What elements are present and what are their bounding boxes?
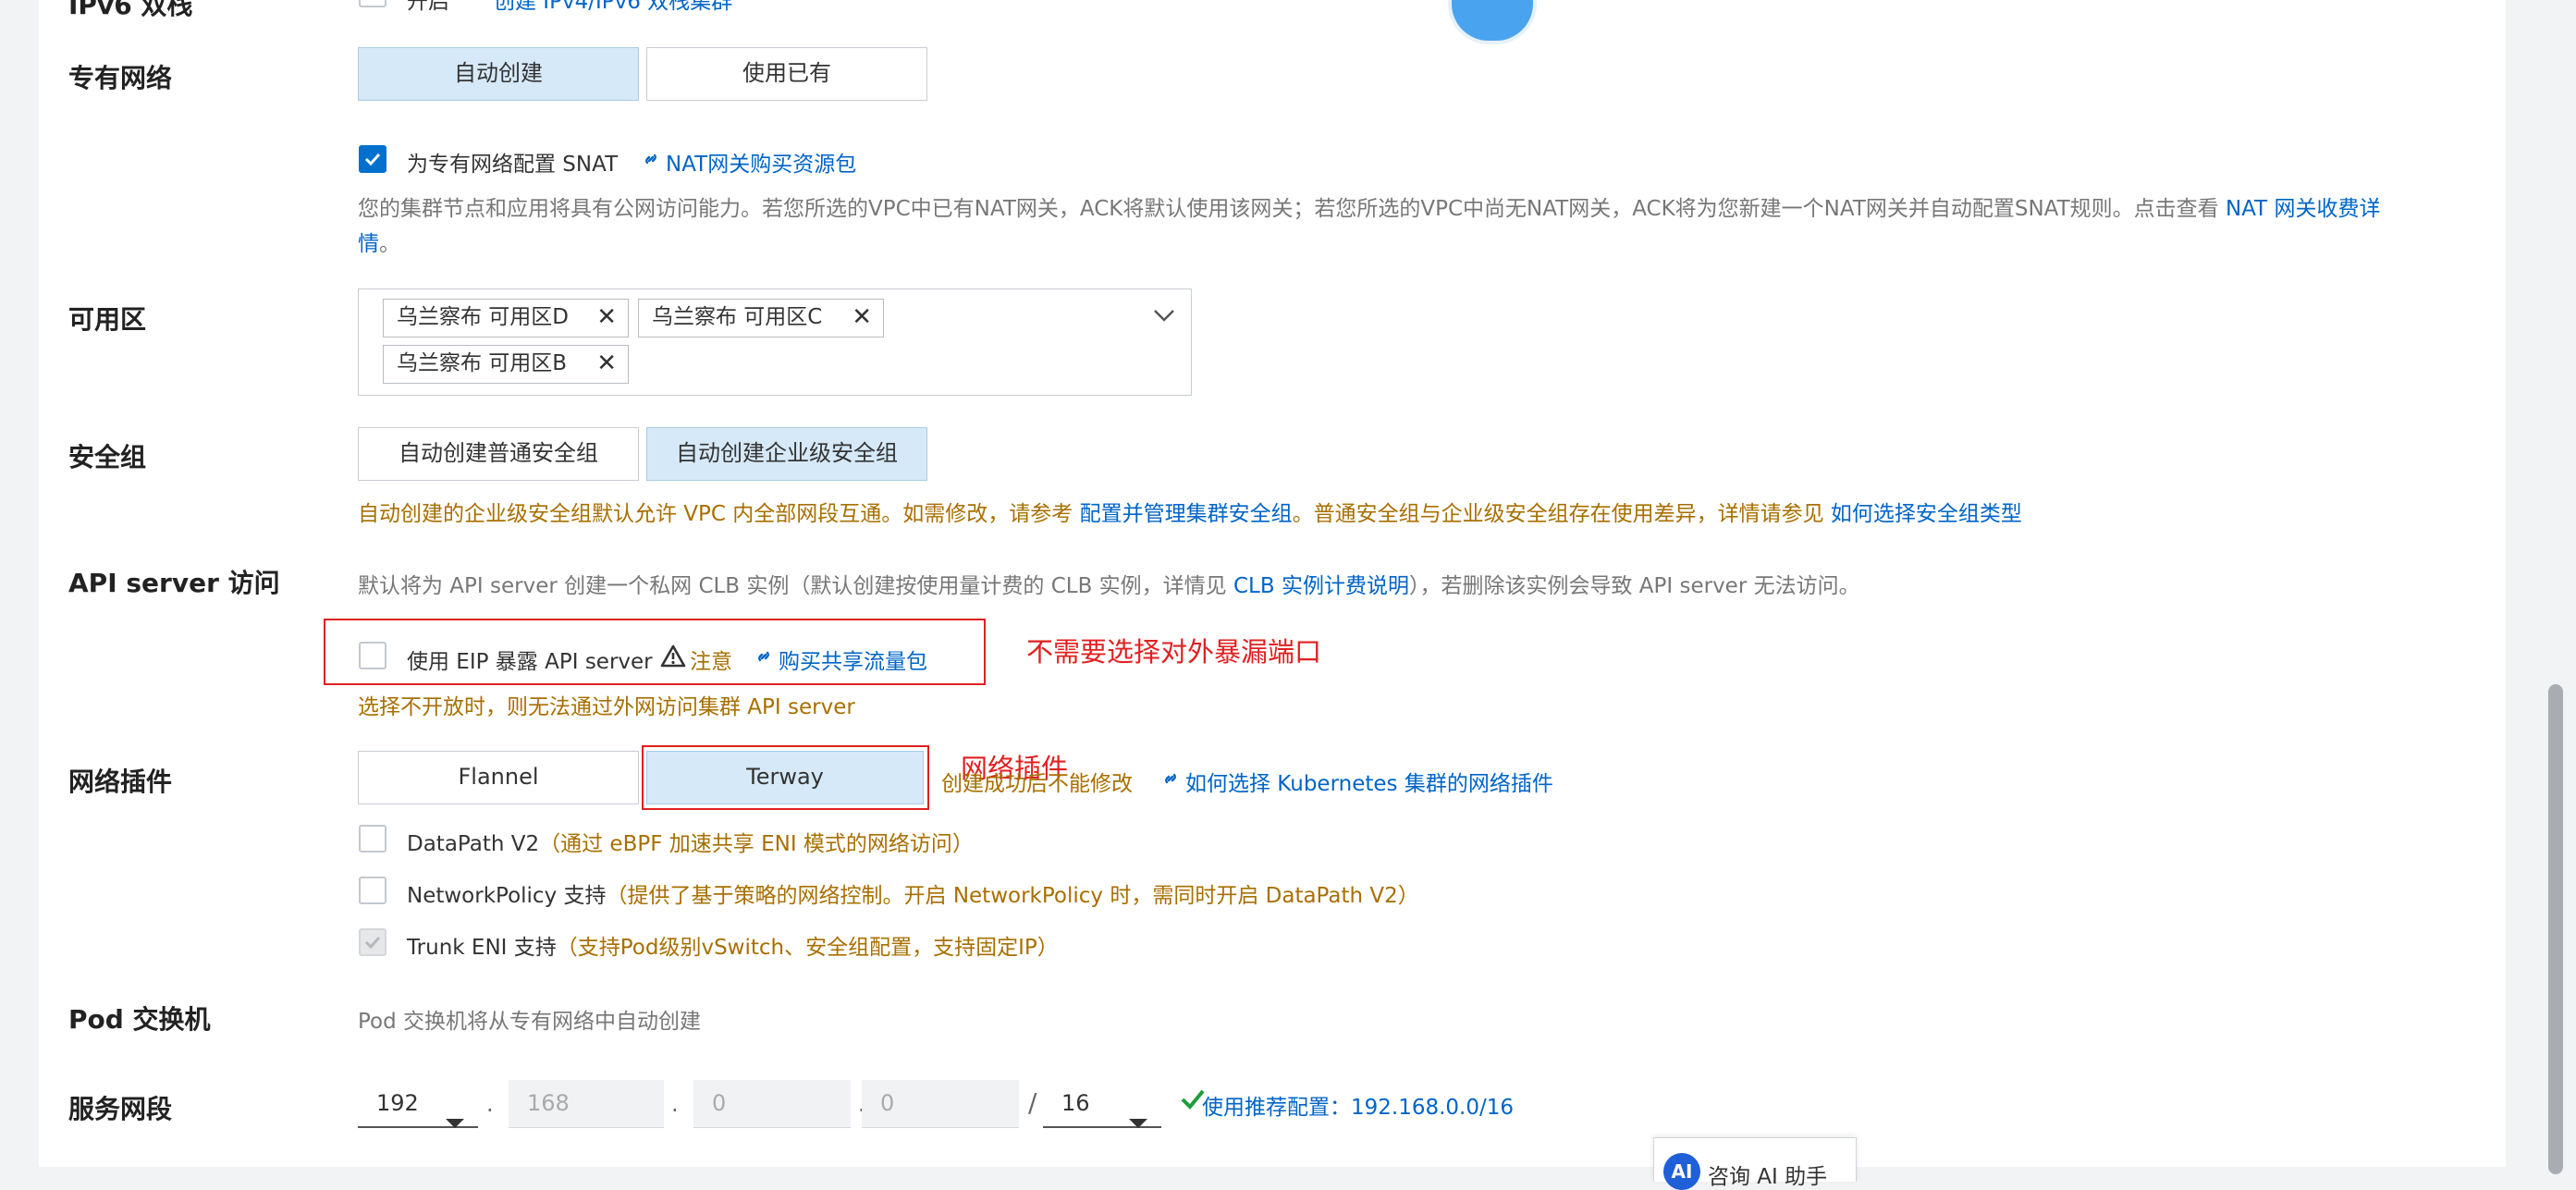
sg-manage-link[interactable]: 配置并管理集群安全组: [1080, 502, 1293, 526]
nat-pricing-link-cont[interactable]: 情: [358, 232, 379, 256]
datapath-label: DataPath V2: [407, 832, 540, 856]
cidr-mask-value: 16: [1061, 1090, 1090, 1116]
cidr-octet3-input[interactable]: 0: [693, 1080, 851, 1128]
service-cidr-label: 服务网段: [68, 1094, 173, 1124]
zone-tag-label: 乌兰察布 可用区C: [652, 305, 823, 329]
use-recommended-link[interactable]: 使用推荐配置：192.168.0.0/16: [1202, 1089, 1514, 1121]
scrollbar-thumb[interactable]: [2548, 684, 2563, 1174]
sg-enterprise-button[interactable]: 自动创建企业级安全组: [646, 427, 927, 481]
zone-tag-label: 乌兰察布 可用区D: [397, 305, 570, 329]
close-icon[interactable]: ✕: [596, 300, 617, 336]
api-server-warn: 选择不开放时，则无法通过外网访问集群 API server: [358, 695, 855, 719]
ai-assistant-button[interactable]: AI 咨询 AI 助手: [1653, 1137, 1857, 1190]
vpc-label: 专有网络: [68, 63, 173, 93]
floating-avatar-icon[interactable]: [1448, 0, 1537, 44]
sg-note: 自动创建的企业级安全组默认允许 VPC 内全部网段互通。如需修改，请参考 配置并…: [358, 496, 2022, 527]
cidr-octet1-select[interactable]: 192: [358, 1080, 478, 1128]
network-plugin-guide-link[interactable]: 如何选择 Kubernetes 集群的网络插件: [1185, 766, 1553, 797]
pod-switch-label: Pod 交换机: [68, 1004, 211, 1035]
sg-note-text-2: 。普通安全组与企业级安全组存在使用差异，详情请参见: [1292, 502, 1824, 526]
caret-down-icon: [1128, 1098, 1148, 1145]
trunk-eni-checkbox[interactable]: [359, 928, 386, 956]
networkpolicy-label: NetworkPolicy 支持: [407, 884, 607, 908]
nat-resource-link[interactable]: NAT网关购买资源包: [666, 146, 856, 178]
datapath-note: （通过 eBPF 加速共享 ENI 模式的网络访问）: [539, 832, 974, 856]
zone-tag: 乌兰察布 可用区D ✕: [383, 299, 629, 337]
api-server-desc-text-2: ），若删除该实例会导致 API server 无法访问。: [1408, 574, 1860, 598]
trunk-eni-note: （支持Pod级别vSwitch、安全组配置，支持固定IP）: [556, 936, 1059, 960]
networkpolicy-note: （提供了基于策略的网络控制。开启 NetworkPolicy 时，需同时开启 D…: [606, 884, 1419, 908]
link-icon: [753, 645, 775, 671]
flannel-button[interactable]: Flannel: [358, 751, 639, 804]
cidr-dot: .: [486, 1091, 494, 1117]
ai-badge-icon: AI: [1663, 1153, 1700, 1190]
network-plugin-label: 网络插件: [68, 767, 173, 797]
trunk-eni-option: Trunk ENI 支持（支持Pod级别vSwitch、安全组配置，支持固定IP…: [407, 929, 1059, 961]
ipv6-checkbox[interactable]: [359, 0, 386, 7]
vpc-auto-create-button[interactable]: 自动创建: [358, 47, 639, 101]
zone-tag: 乌兰察布 可用区B ✕: [383, 345, 629, 384]
warning-icon: [660, 644, 686, 671]
terway-button[interactable]: Terway: [646, 751, 924, 804]
buy-traffic-link[interactable]: 购买共享流量包: [779, 644, 927, 675]
snat-description: 您的集群节点和应用将具有公网访问能力。若您所选的VPC中已有NAT网关，ACK将…: [358, 190, 2381, 222]
annotation-no-expose: 不需要选择对外暴漏端口: [1026, 636, 1322, 668]
datapath-checkbox[interactable]: [359, 825, 386, 853]
snat-checkbox[interactable]: [359, 145, 386, 173]
cidr-mask-select[interactable]: 16: [1043, 1080, 1161, 1128]
zone-label: 可用区: [68, 304, 147, 335]
chevron-down-icon[interactable]: [1152, 306, 1176, 328]
snat-description-text: 您的集群节点和应用将具有公网访问能力。若您所选的VPC中已有NAT网关，ACK将…: [358, 197, 2219, 221]
snat-description-end: 。: [379, 232, 400, 256]
sg-note-text: 自动创建的企业级安全组默认允许 VPC 内全部网段互通。如需修改，请参考: [358, 502, 1073, 526]
link-icon: [640, 148, 662, 174]
zone-tag: 乌兰察布 可用区C ✕: [638, 299, 884, 337]
ipv6-link[interactable]: 创建 IPv4/IPv6 双栈集群: [494, 0, 732, 15]
ai-assistant-label: 咨询 AI 助手: [1708, 1165, 1828, 1189]
sg-choose-link[interactable]: 如何选择安全组类型: [1831, 502, 2022, 526]
cidr-octet2-input[interactable]: 168: [509, 1080, 664, 1128]
caret-down-icon: [445, 1098, 465, 1145]
trunk-eni-label: Trunk ENI 支持: [407, 936, 557, 960]
datapath-option: DataPath V2（通过 eBPF 加速共享 ENI 模式的网络访问）: [407, 826, 974, 857]
cidr-dot: .: [671, 1091, 679, 1117]
eip-checkbox[interactable]: [359, 642, 386, 669]
cidr-slash: /: [1028, 1087, 1037, 1118]
config-panel: IPv6 双栈 开启 创建 IPv4/IPv6 双栈集群 专有网络 自动创建 使…: [39, 0, 2506, 1190]
snat-description-line2: 情。: [358, 226, 400, 257]
sg-normal-button[interactable]: 自动创建普通安全组: [358, 427, 639, 481]
ipv6-checkbox-label: 开启: [407, 0, 449, 14]
vpc-use-existing-button[interactable]: 使用已有: [646, 47, 927, 101]
api-server-desc-text: 默认将为 API server 创建一个私网 CLB 实例（默认创建按使用量计费…: [358, 574, 1227, 598]
close-icon[interactable]: ✕: [852, 300, 872, 336]
ipv6-label: IPv6 双栈: [68, 0, 193, 20]
networkpolicy-option: NetworkPolicy 支持（提供了基于策略的网络控制。开启 Network…: [407, 877, 1419, 909]
attention-text[interactable]: 注意: [690, 644, 732, 675]
eip-label: 使用 EIP 暴露 API server: [407, 650, 653, 674]
snat-label: 为专有网络配置 SNAT: [407, 153, 619, 177]
network-plugin-warn: 创建成功后不能修改: [941, 772, 1133, 796]
clb-pricing-link[interactable]: CLB 实例计费说明: [1233, 574, 1409, 598]
networkpolicy-checkbox[interactable]: [359, 877, 386, 904]
zone-multiselect[interactable]: 乌兰察布 可用区D ✕ 乌兰察布 可用区C ✕ 乌兰察布 可用区B ✕: [358, 288, 1192, 396]
page-scrollbar[interactable]: [2545, 0, 2567, 1182]
link-icon: [470, 0, 490, 9]
check-icon: [364, 153, 381, 166]
api-server-desc: 默认将为 API server 创建一个私网 CLB 实例（默认创建按使用量计费…: [358, 568, 1860, 599]
api-server-label: API server 访问: [68, 568, 280, 598]
close-icon[interactable]: ✕: [596, 346, 617, 382]
security-group-label: 安全组: [68, 442, 147, 472]
cidr-octet4-input[interactable]: 0: [862, 1080, 1019, 1128]
nat-pricing-link[interactable]: NAT 网关收费详: [2226, 197, 2381, 221]
zone-tag-label: 乌兰察布 可用区B: [397, 351, 568, 375]
check-icon: [364, 936, 381, 950]
cidr-octet1-value: 192: [376, 1090, 419, 1116]
pod-switch-desc: Pod 交换机将从专有网络中自动创建: [358, 1010, 702, 1034]
link-icon: [1159, 767, 1182, 793]
